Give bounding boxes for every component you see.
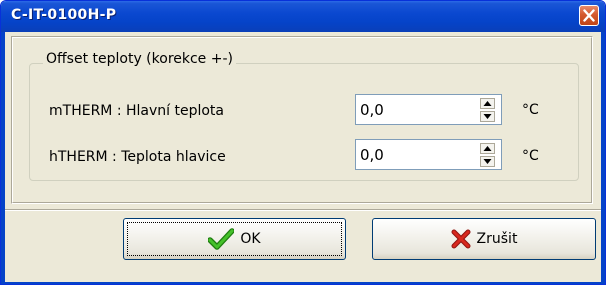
head-temperature-spin[interactable]: 0,0	[355, 139, 502, 170]
spin-up-icon[interactable]	[480, 98, 495, 109]
main-temperature-label: mTHERM : Hlavní teplota	[49, 103, 224, 119]
cancel-button-label: Zrušit	[476, 231, 518, 247]
cancel-button-content: Zrušit	[373, 219, 595, 259]
ok-button[interactable]: OK	[123, 218, 346, 260]
close-icon	[583, 9, 595, 22]
close-button[interactable]	[579, 5, 599, 26]
main-temperature-spin-buttons	[480, 98, 495, 122]
red-x-icon	[451, 229, 471, 249]
window-frame-right	[601, 32, 605, 284]
button-area-divider	[5, 209, 601, 211]
window-title: C-IT-0100H-P	[11, 7, 117, 23]
spin-up-icon[interactable]	[480, 143, 495, 154]
dialog-client-area: Offset teploty (korekce +-) mTHERM : Hla…	[5, 32, 601, 282]
cancel-button[interactable]: Zrušit	[372, 218, 596, 260]
head-temperature-value[interactable]: 0,0	[360, 146, 384, 164]
title-bar[interactable]: C-IT-0100H-P	[1, 1, 605, 32]
main-temperature-unit: °C	[522, 102, 539, 118]
checkmark-icon	[208, 228, 235, 250]
head-temperature-label: hTHERM : Teplota hlavice	[49, 149, 226, 165]
ok-button-label: OK	[240, 231, 261, 247]
head-temperature-spin-buttons	[480, 143, 495, 167]
main-temperature-value[interactable]: 0,0	[360, 101, 384, 119]
spin-down-icon[interactable]	[480, 111, 495, 122]
dialog-window: C-IT-0100H-P Offset teploty (korekce +-)…	[0, 0, 606, 285]
spin-down-icon[interactable]	[480, 156, 495, 167]
offset-group-label: Offset teploty (korekce +-)	[43, 50, 236, 68]
ok-button-content: OK	[124, 219, 345, 259]
head-temperature-unit: °C	[522, 148, 539, 164]
main-temperature-spin[interactable]: 0,0	[355, 94, 502, 125]
